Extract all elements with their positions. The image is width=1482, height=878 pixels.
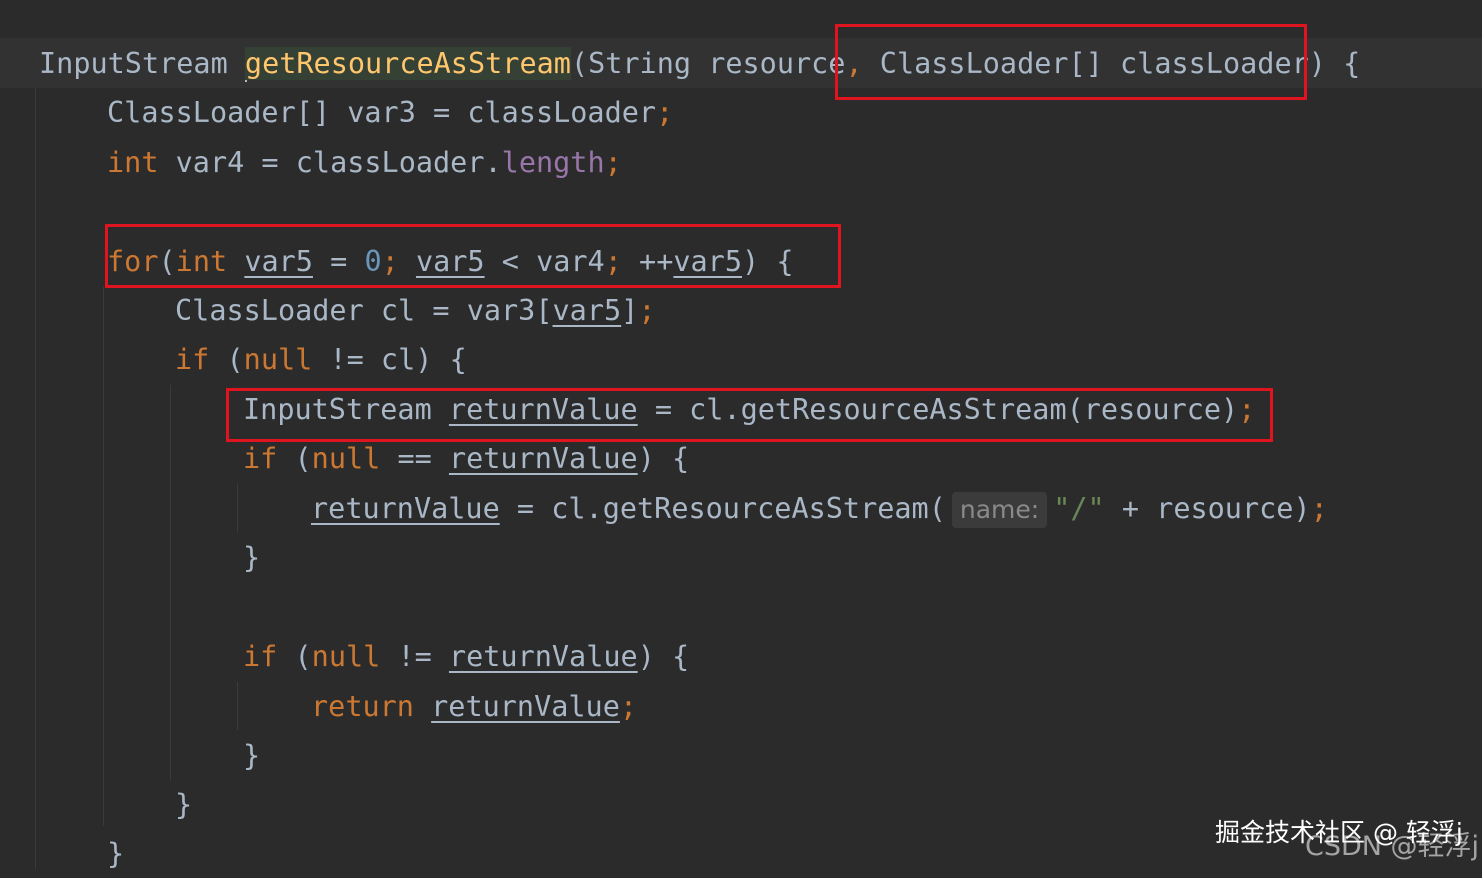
code-token: ) { [637,442,690,475]
keyword: int [107,146,159,179]
annotation-box-classloader-param [835,24,1307,100]
code-token: == [380,442,449,475]
code-line[interactable]: } [175,781,192,829]
code-line[interactable]: if (null != returnValue) { [243,633,689,681]
code-token: ( [209,343,244,376]
closing-brace: } [175,788,193,821]
code-token: InputStream [39,47,245,80]
code-token: ] [621,294,639,327]
keyword: return [311,690,414,723]
code-token: ; [656,96,674,129]
method-name[interactable]: getResourceAsStream [244,47,571,80]
keyword: if [243,640,278,673]
closing-brace: } [243,739,261,772]
closing-brace: } [243,541,261,574]
parameter-hint: name: [951,492,1048,528]
keyword: null [243,343,313,376]
watermark-juejin: 掘金技术社区 @ 轻浮j [1215,818,1463,847]
code-token: ; [619,690,638,723]
annotation-box-get-resource [226,388,1273,442]
keyword: null [311,442,381,475]
code-editor[interactable]: InputStream getResourceAsStream(String r… [0,0,1482,870]
variable: returnValue [431,690,620,723]
field-name: length [501,146,605,179]
code-line[interactable]: return returnValue; [311,683,637,731]
code-token: var4 = classLoader. [158,146,502,179]
closing-brace: } [107,837,125,870]
keyword: null [311,640,381,673]
variable: returnValue [448,640,638,673]
code-token: ; [604,146,622,179]
keyword: if [243,442,278,475]
code-token: ClassLoader[] var3 = classLoader [107,96,657,129]
code-token: ( [277,640,312,673]
indent-guide [103,286,104,826]
code-line[interactable]: } [243,534,260,582]
code-line[interactable]: returnValue = cl.getResourceAsStream(nam… [311,485,1328,533]
code-line[interactable]: if (null != cl) { [175,336,467,384]
annotation-box-for-loop [105,224,841,288]
code-line[interactable]: int var4 = classLoader.length; [107,139,622,187]
code-token: != [380,640,449,673]
indent-guide [170,385,171,780]
string-literal: "/" [1053,492,1105,525]
code-line[interactable]: ClassLoader cl = var3[var5]; [175,287,655,335]
variable: var5 [552,294,622,327]
code-token: (String resource [570,47,846,80]
code-token: ClassLoader cl = var3[ [175,294,553,327]
variable: returnValue [311,492,500,525]
code-token: ) { [637,640,690,673]
code-line[interactable]: if (null == returnValue) { [243,435,689,483]
code-line[interactable]: ClassLoader[] var3 = classLoader; [107,89,673,137]
code-line[interactable]: } [243,732,260,780]
code-token: ; [1310,492,1328,525]
code-token: = cl.getResourceAsStream( [499,492,946,525]
indent-guide [237,682,238,730]
indent-guide [35,88,36,869]
code-line[interactable]: } [107,830,124,878]
code-token: ; [638,294,656,327]
code-token: ( [277,442,312,475]
keyword: if [175,343,210,376]
code-token: != cl) { [312,343,467,376]
code-token: + resource) [1104,492,1311,525]
variable: returnValue [448,442,638,475]
indent-guide [237,484,238,532]
